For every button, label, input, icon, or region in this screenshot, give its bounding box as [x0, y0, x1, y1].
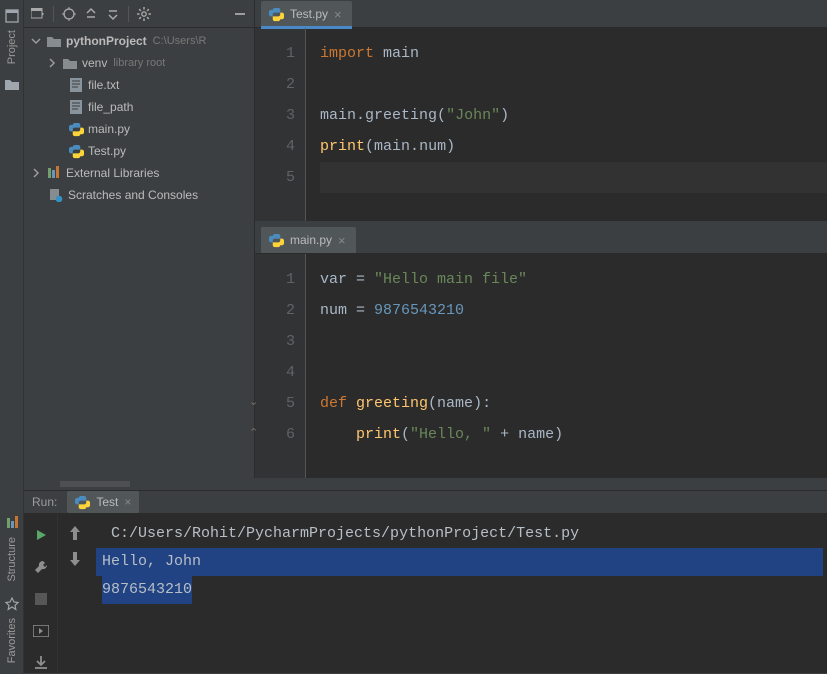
tree-external-libraries[interactable]: External Libraries [24, 162, 254, 184]
code-lines[interactable]: import main main.greeting("John") print(… [305, 28, 827, 221]
folder-tool-icon[interactable] [4, 76, 20, 92]
python-file-icon [75, 495, 90, 510]
python-file-icon [68, 143, 84, 159]
chevron-down-icon[interactable] [30, 35, 42, 47]
run-body: C:/Users/Rohit/PycharmProjects/pythonPro… [24, 514, 827, 674]
tree-label: file_path [88, 100, 133, 114]
gutter: 1 2 3 4 ⌄5 ⌃6 [255, 254, 305, 478]
stop-icon[interactable] [30, 588, 52, 610]
text-file-icon [68, 77, 84, 93]
tree-label: Test.py [88, 144, 126, 158]
run-header: Run: Test × [24, 491, 827, 514]
close-icon[interactable]: × [338, 233, 346, 248]
left-tool-stripe: Project Structure Favorites [0, 0, 24, 673]
python-file-icon [269, 233, 284, 248]
tree-label: main.py [88, 122, 130, 136]
rerun-icon[interactable] [30, 524, 52, 546]
tree-suffix: C:\Users\R [153, 35, 207, 47]
chevron-right-icon[interactable] [46, 57, 58, 69]
toolbar-view-mode-icon[interactable] [28, 4, 48, 24]
project-tree[interactable]: pythonProject C:\Users\R venv library ro… [24, 28, 254, 478]
tree-file-txt[interactable]: file.txt [24, 74, 254, 96]
run-tab-label: Test [96, 495, 118, 509]
tree-venv[interactable]: venv library root [24, 52, 254, 74]
wrench-icon[interactable] [30, 556, 52, 578]
scratches-icon [48, 187, 64, 203]
tab-main-py[interactable]: main.py × [261, 227, 356, 253]
editor-tabbar-bottom: main.py × [255, 226, 827, 254]
text-file-icon [68, 99, 84, 115]
library-icon [46, 165, 62, 181]
chevron-right-icon[interactable] [30, 167, 42, 179]
project-toolbar [24, 0, 254, 28]
tree-label: External Libraries [66, 166, 159, 180]
toolbar-expand-icon[interactable] [81, 4, 101, 24]
editor-pane-top: Test.py × 1 2 3 4 5 import main main.gre… [255, 0, 827, 222]
up-arrow-icon[interactable] [69, 526, 81, 540]
folder-icon [62, 55, 78, 71]
project-tool-label[interactable]: Project [6, 30, 18, 64]
favorites-tool-icon[interactable] [4, 596, 20, 612]
splitter-handle[interactable] [60, 481, 130, 487]
python-file-icon [68, 121, 84, 137]
structure-tool-icon[interactable] [4, 515, 20, 531]
run-tool-window: Run: Test × C:/Users/Rohit/PycharmProjec… [24, 490, 827, 673]
tree-scratches[interactable]: Scratches and Consoles [24, 184, 254, 206]
tab-label: main.py [290, 233, 332, 247]
tab-label: Test.py [290, 7, 328, 21]
run-action-bar [24, 514, 58, 674]
gutter: 1 2 3 4 5 [255, 28, 305, 221]
fold-end-icon[interactable]: ⌃ [249, 419, 258, 450]
tree-label: pythonProject [66, 34, 147, 48]
structure-tool-label[interactable]: Structure [6, 537, 18, 582]
toolbar-settings-icon[interactable] [134, 4, 154, 24]
code-editor-bottom[interactable]: 1 2 3 4 ⌄5 ⌃6 var = "Hello main file" nu… [255, 254, 827, 478]
run-nav-bar [58, 514, 92, 674]
toolbar-minimize-icon[interactable] [230, 4, 250, 24]
close-icon[interactable]: × [124, 495, 131, 509]
tree-label: venv [82, 56, 107, 70]
export-icon[interactable] [30, 652, 52, 674]
code-editor-top[interactable]: 1 2 3 4 5 import main main.greeting("Joh… [255, 28, 827, 221]
horizontal-splitter[interactable] [24, 478, 827, 490]
fold-marker-icon[interactable]: ⌄ [249, 388, 258, 419]
project-tool-icon[interactable] [4, 8, 20, 24]
tree-label: Scratches and Consoles [68, 188, 198, 202]
console-cmdline: C:/Users/Rohit/PycharmProjects/pythonPro… [96, 520, 823, 548]
folder-icon [46, 33, 62, 49]
layout-icon[interactable] [30, 620, 52, 642]
tree-suffix: library root [113, 57, 165, 69]
run-title: Run: [32, 495, 57, 509]
tree-label: file.txt [88, 78, 119, 92]
python-file-icon [269, 7, 284, 22]
toolbar-collapse-icon[interactable] [103, 4, 123, 24]
toolbar-target-icon[interactable] [59, 4, 79, 24]
tree-root-project[interactable]: pythonProject C:\Users\R [24, 30, 254, 52]
close-icon[interactable]: × [334, 7, 342, 22]
tab-test-py[interactable]: Test.py × [261, 1, 352, 27]
down-arrow-icon[interactable] [69, 552, 81, 566]
console-output-line: Hello, John [96, 548, 823, 576]
favorites-tool-label[interactable]: Favorites [6, 618, 18, 663]
console-output-line: 9876543210 [96, 576, 823, 604]
editor-area: Test.py × 1 2 3 4 5 import main main.gre… [255, 0, 827, 478]
run-tab[interactable]: Test × [67, 491, 139, 513]
tree-file-test[interactable]: Test.py [24, 140, 254, 162]
project-panel: pythonProject C:\Users\R venv library ro… [24, 0, 255, 478]
code-lines[interactable]: var = "Hello main file" num = 9876543210… [305, 254, 827, 478]
editor-tabbar-top: Test.py × [255, 0, 827, 28]
run-console[interactable]: C:/Users/Rohit/PycharmProjects/pythonPro… [92, 514, 827, 674]
editor-pane-bottom: main.py × 1 2 3 4 ⌄5 ⌃6 var = "Hello mai… [255, 222, 827, 478]
tree-file-main[interactable]: main.py [24, 118, 254, 140]
tree-file-path[interactable]: file_path [24, 96, 254, 118]
